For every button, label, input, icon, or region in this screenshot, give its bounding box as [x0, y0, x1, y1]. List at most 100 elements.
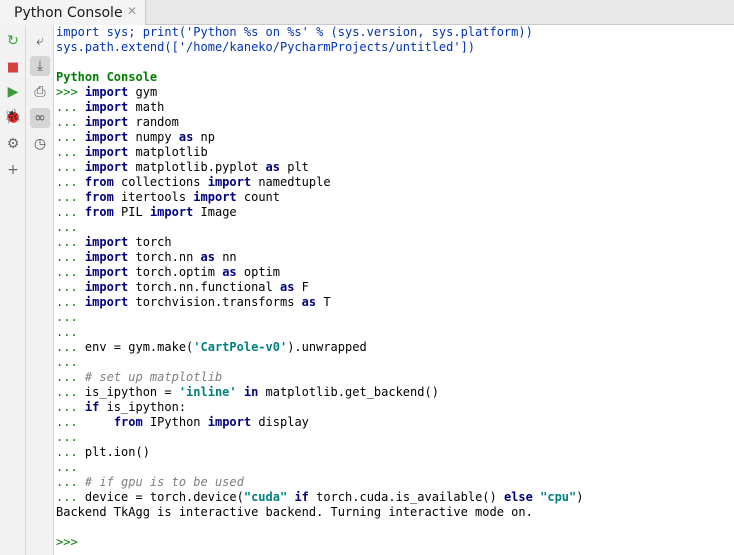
console-token: import: [84, 160, 129, 174]
console-token: is_ipython:: [99, 400, 187, 414]
console-token: collections: [113, 175, 208, 189]
console-line: ... import numpy as np: [56, 130, 734, 145]
console-token: F: [294, 280, 309, 294]
console-token: ...: [56, 100, 85, 114]
settings-button[interactable]: ⚙: [3, 134, 23, 154]
console-line: Backend TkAgg is interactive backend. Tu…: [56, 505, 734, 520]
console-token: count: [236, 190, 281, 204]
console-token: itertools: [113, 190, 194, 204]
console-token: math: [128, 100, 165, 114]
console-token: nn: [214, 250, 237, 264]
show-variables-button[interactable]: ∞: [30, 108, 50, 128]
close-icon[interactable]: ✕: [127, 4, 137, 18]
console-token: [237, 385, 244, 399]
console-line: ...: [56, 430, 734, 445]
console-token: import: [84, 280, 129, 294]
console-token: np: [193, 130, 215, 144]
console-token: ...: [56, 310, 78, 324]
console-token: display: [251, 415, 309, 429]
console-token: import: [84, 130, 129, 144]
console-token: matplotlib.get_backend(): [258, 385, 439, 399]
console-token: ...: [56, 490, 85, 504]
console-token: ...: [56, 220, 78, 234]
console-token: ): [576, 490, 584, 504]
console-token: as: [279, 280, 295, 294]
console-token: 'CartPole-v0': [193, 340, 288, 354]
tab-python-console[interactable]: Python Console ✕: [0, 0, 146, 25]
console-line: ... import math: [56, 100, 734, 115]
console-line: ... from collections import namedtuple: [56, 175, 734, 190]
console-token: import: [84, 100, 129, 114]
console-token: as: [301, 295, 317, 309]
console-token: torchvision.transforms: [128, 295, 302, 309]
console-line: ... import torchvision.transforms as T: [56, 295, 734, 310]
console-token: matplotlib: [128, 145, 208, 159]
console-line: ...: [56, 460, 734, 475]
console-token: as: [222, 265, 237, 279]
console-token: >>>: [56, 85, 85, 99]
console-line: ... import torch.nn as nn: [56, 250, 734, 265]
console-token: ...: [56, 250, 85, 264]
console-line: ... # set up matplotlib: [56, 370, 734, 385]
console-line: ... if is_ipython:: [56, 400, 734, 415]
console-token: as: [200, 250, 215, 264]
console-token: ...: [56, 175, 85, 189]
console-token: ...: [56, 235, 85, 249]
console-token: torch: [128, 235, 172, 249]
settings-icon: ⚙: [6, 136, 20, 152]
console-token: torch.optim: [128, 265, 223, 279]
stop-button[interactable]: ■: [3, 57, 23, 77]
console-token: as: [265, 160, 280, 174]
add-button[interactable]: +: [3, 160, 23, 180]
debug-icon: 🐞: [4, 109, 22, 125]
debug-button[interactable]: 🐞: [3, 107, 23, 127]
console-line: ... import matplotlib.pyplot as plt: [56, 160, 734, 175]
console-line: ...: [56, 355, 734, 370]
show-variables-icon: ∞: [34, 110, 46, 126]
console-line: ...: [56, 310, 734, 325]
console-token: import: [207, 415, 252, 429]
soft-wrap-icon: ⤶: [36, 33, 44, 49]
console-token: # set up matplotlib: [84, 370, 223, 384]
console-token: ...: [56, 385, 85, 399]
console-token: ...: [56, 205, 85, 219]
console-token: from: [84, 205, 114, 219]
tab-bar: Python Console ✕: [0, 0, 734, 25]
soft-wrap-button[interactable]: ⤶: [30, 31, 50, 51]
console-line: ... plt.ion(): [56, 445, 734, 460]
console-token: if: [294, 490, 309, 504]
console-token: ...: [56, 460, 78, 474]
execute-icon: ▶: [7, 84, 19, 100]
console-token: PIL: [113, 205, 150, 219]
console-token: optim: [236, 265, 280, 279]
console-output[interactable]: import sys; print('Python %s on %s' % (s…: [56, 25, 734, 555]
console-token: plt: [280, 160, 309, 174]
console-token: Image: [193, 205, 237, 219]
print-button[interactable]: ⎙: [30, 82, 50, 102]
console-token: ...: [56, 265, 85, 279]
scroll-to-end-button[interactable]: ⤓: [30, 56, 50, 76]
console-token: ...: [56, 160, 85, 174]
console-token: ...: [56, 475, 85, 489]
execute-button[interactable]: ▶: [3, 82, 23, 102]
console-line: sys.path.extend(['/home/kaneko/PycharmPr…: [56, 40, 734, 55]
console-token: as: [178, 130, 194, 144]
console-token: if: [84, 400, 100, 414]
history-icon: ◷: [33, 136, 47, 152]
console-token: from: [113, 415, 143, 429]
console-line: >>> import gym: [56, 85, 734, 100]
console-token: import: [84, 115, 129, 129]
console-token: plt.ion(): [84, 445, 150, 459]
console-line: ...: [56, 220, 734, 235]
console-line: ... env = gym.make('CartPole-v0').unwrap…: [56, 340, 734, 355]
console-token: ...: [56, 370, 85, 384]
console-line: ... device = torch.device("cuda" if torc…: [56, 490, 734, 505]
console-line: >>>: [56, 535, 734, 550]
history-button[interactable]: ◷: [30, 134, 50, 154]
console-token: matplotlib.pyplot: [128, 160, 266, 174]
rerun-button[interactable]: ↻: [3, 31, 23, 51]
console-token: from: [84, 190, 114, 204]
console-text[interactable]: import sys; print('Python %s on %s' % (s…: [56, 25, 734, 550]
